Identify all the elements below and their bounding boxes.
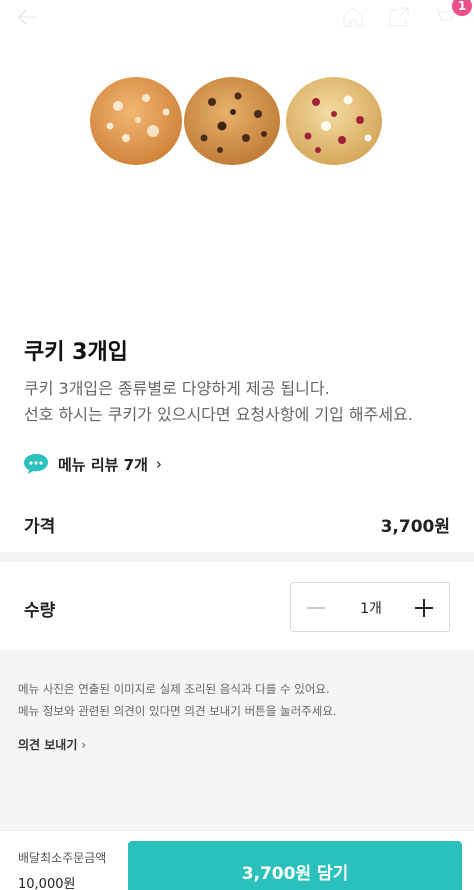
price-row: 가격 3,700원 (0, 498, 474, 550)
feedback-label: 의견 보내기 (18, 738, 78, 752)
menu-review-link[interactable]: 메뉴 리뷰 7개 › (22, 450, 162, 478)
price-value: 3,700원 (380, 517, 450, 537)
share-icon (389, 7, 409, 27)
cart-count-badge: 1 (452, 0, 472, 16)
section-divider (0, 552, 474, 562)
home-icon (343, 7, 363, 27)
min-order-label: 배달최소주문금액 (18, 851, 107, 865)
minus-icon[interactable] (303, 595, 329, 621)
review-label: 메뉴 리뷰 7개 (58, 455, 148, 474)
product-description: 쿠키 3개입은 종류별로 다양하게 제공 됩니다. 선호 하시는 쿠키가 있으시… (24, 376, 454, 428)
add-to-cart-button[interactable]: 3,700원 담기 (128, 841, 462, 890)
product-title: 쿠키 3개입 (24, 340, 128, 365)
description-line-2: 선호 하시는 쿠키가 있으시다면 요청사항에 기입 해주세요. (24, 405, 413, 424)
chevron-right-icon: › (81, 738, 87, 752)
notice-text: 메뉴 사진은 연출된 이미지로 실제 조리된 음식과 다를 수 있어요. 메뉴 … (18, 678, 458, 722)
notice-section: 메뉴 사진은 연출된 이미지로 실제 조리된 음식과 다를 수 있어요. 메뉴 … (0, 650, 474, 830)
menu-detail-page: 1 쿠키 3개입 쿠키 3개입은 종류별로 다양하게 제공 됩니다. 선호 하시… (0, 0, 474, 890)
send-feedback-link[interactable]: 의견 보내기 › (18, 736, 86, 753)
cookies-image (90, 77, 382, 165)
speech-bubble-icon (24, 454, 48, 474)
description-line-1: 쿠키 3개입은 종류별로 다양하게 제공 됩니다. (24, 379, 330, 398)
quantity-row: 수량 1개 (0, 562, 474, 650)
share-button[interactable] (384, 2, 414, 32)
quantity-label: 수량 (24, 601, 56, 621)
notice-line-1: 메뉴 사진은 연출된 이미지로 실제 조리된 음식과 다를 수 있어요. (18, 682, 330, 696)
price-label: 가격 (24, 517, 56, 537)
product-image-area: 1 (0, 0, 474, 310)
top-bar: 1 (0, 0, 474, 34)
quantity-stepper: 1개 (290, 582, 450, 632)
bottom-bar: 배달최소주문금액 10,000원 3,700원 담기 (0, 830, 474, 890)
min-order-value: 10,000원 (18, 877, 76, 890)
quantity-value: 1개 (360, 601, 382, 617)
notice-line-2: 메뉴 정보와 관련된 의견이 있다면 의견 보내기 버튼을 눌러주세요. (18, 704, 337, 718)
chevron-right-icon: › (155, 455, 162, 473)
plus-icon[interactable] (411, 595, 437, 621)
home-button[interactable] (338, 2, 368, 32)
arrow-left-icon (17, 8, 37, 26)
back-button[interactable] (12, 2, 42, 32)
